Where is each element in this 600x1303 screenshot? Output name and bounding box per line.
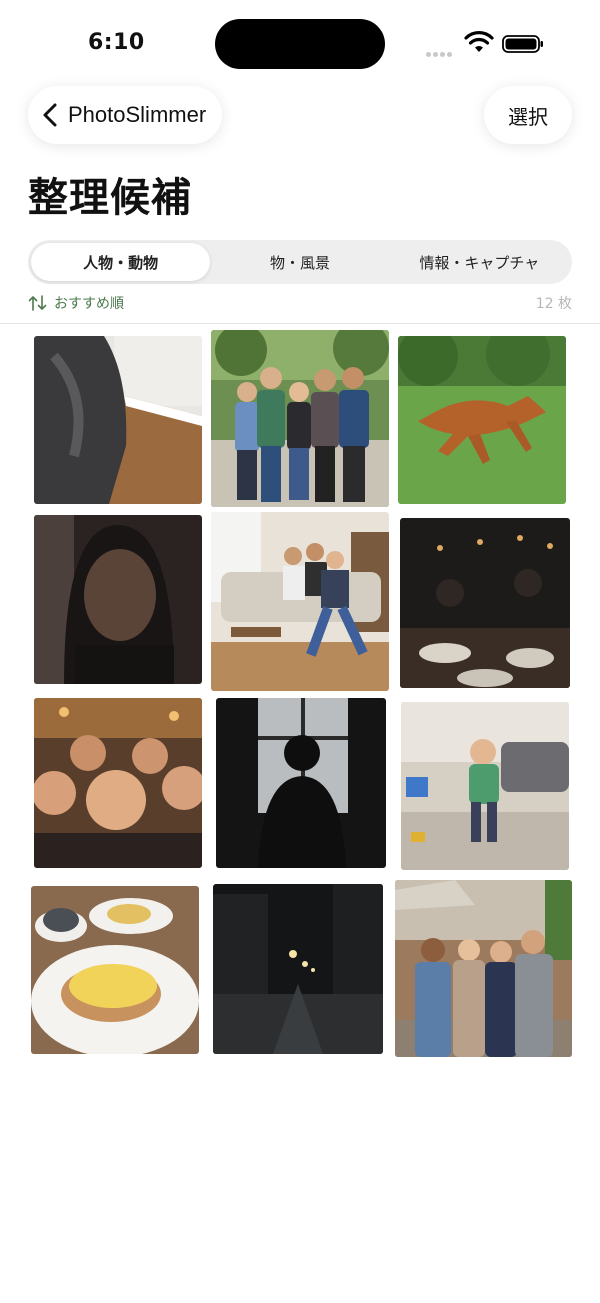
- photo-count: 12 枚: [535, 296, 572, 312]
- photo-thumbnail-night-street[interactable]: [213, 884, 383, 1054]
- photo-thumbnail-four-friends[interactable]: [395, 880, 572, 1057]
- dynamic-island: [215, 19, 385, 69]
- sort-order-button[interactable]: おすすめ順: [54, 293, 124, 313]
- category-segmented-control: 人物・動物 物・風景 情報・キャプチャ: [28, 240, 572, 284]
- cellular-signal-icon: [426, 42, 456, 57]
- photo-thumbnail-dark-selfie[interactable]: [34, 515, 202, 684]
- tab-objects-scenery[interactable]: 物・風景: [210, 243, 389, 281]
- status-time: 6:10: [88, 30, 145, 55]
- sort-row: おすすめ順 12 枚: [28, 292, 572, 314]
- photo-thumbnail-breakfast-plate[interactable]: [31, 886, 199, 1054]
- back-button-label: PhotoSlimmer: [68, 102, 207, 127]
- battery-icon: [502, 35, 543, 53]
- photo-thumbnail-dog-running[interactable]: [398, 336, 566, 504]
- page-title: 整理候補: [28, 175, 192, 221]
- chevron-left-icon: [43, 103, 57, 127]
- photo-thumbnail-blurred-wall[interactable]: [34, 336, 202, 504]
- tab-people-animals[interactable]: 人物・動物: [31, 243, 211, 281]
- photo-thumbnail-blurry-group-selfie[interactable]: [34, 698, 202, 868]
- photo-thumbnail-group-friends-park[interactable]: [211, 330, 389, 507]
- photo-thumbnail-family-living-room[interactable]: [211, 512, 389, 691]
- wifi-icon: [464, 31, 494, 52]
- photo-thumbnail-blurry-child-running[interactable]: [401, 702, 569, 870]
- select-button[interactable]: 選択: [484, 86, 572, 144]
- tab-info-capture[interactable]: 情報・キャプチャ: [390, 243, 569, 281]
- status-bar: 6:10: [0, 0, 600, 90]
- photo-thumbnail-silhouette-window[interactable]: [216, 698, 386, 868]
- back-button[interactable]: PhotoSlimmer: [28, 86, 223, 144]
- divider: [0, 323, 600, 324]
- sort-arrows-icon[interactable]: [28, 294, 48, 312]
- photo-thumbnail-dark-dinner[interactable]: [400, 518, 570, 688]
